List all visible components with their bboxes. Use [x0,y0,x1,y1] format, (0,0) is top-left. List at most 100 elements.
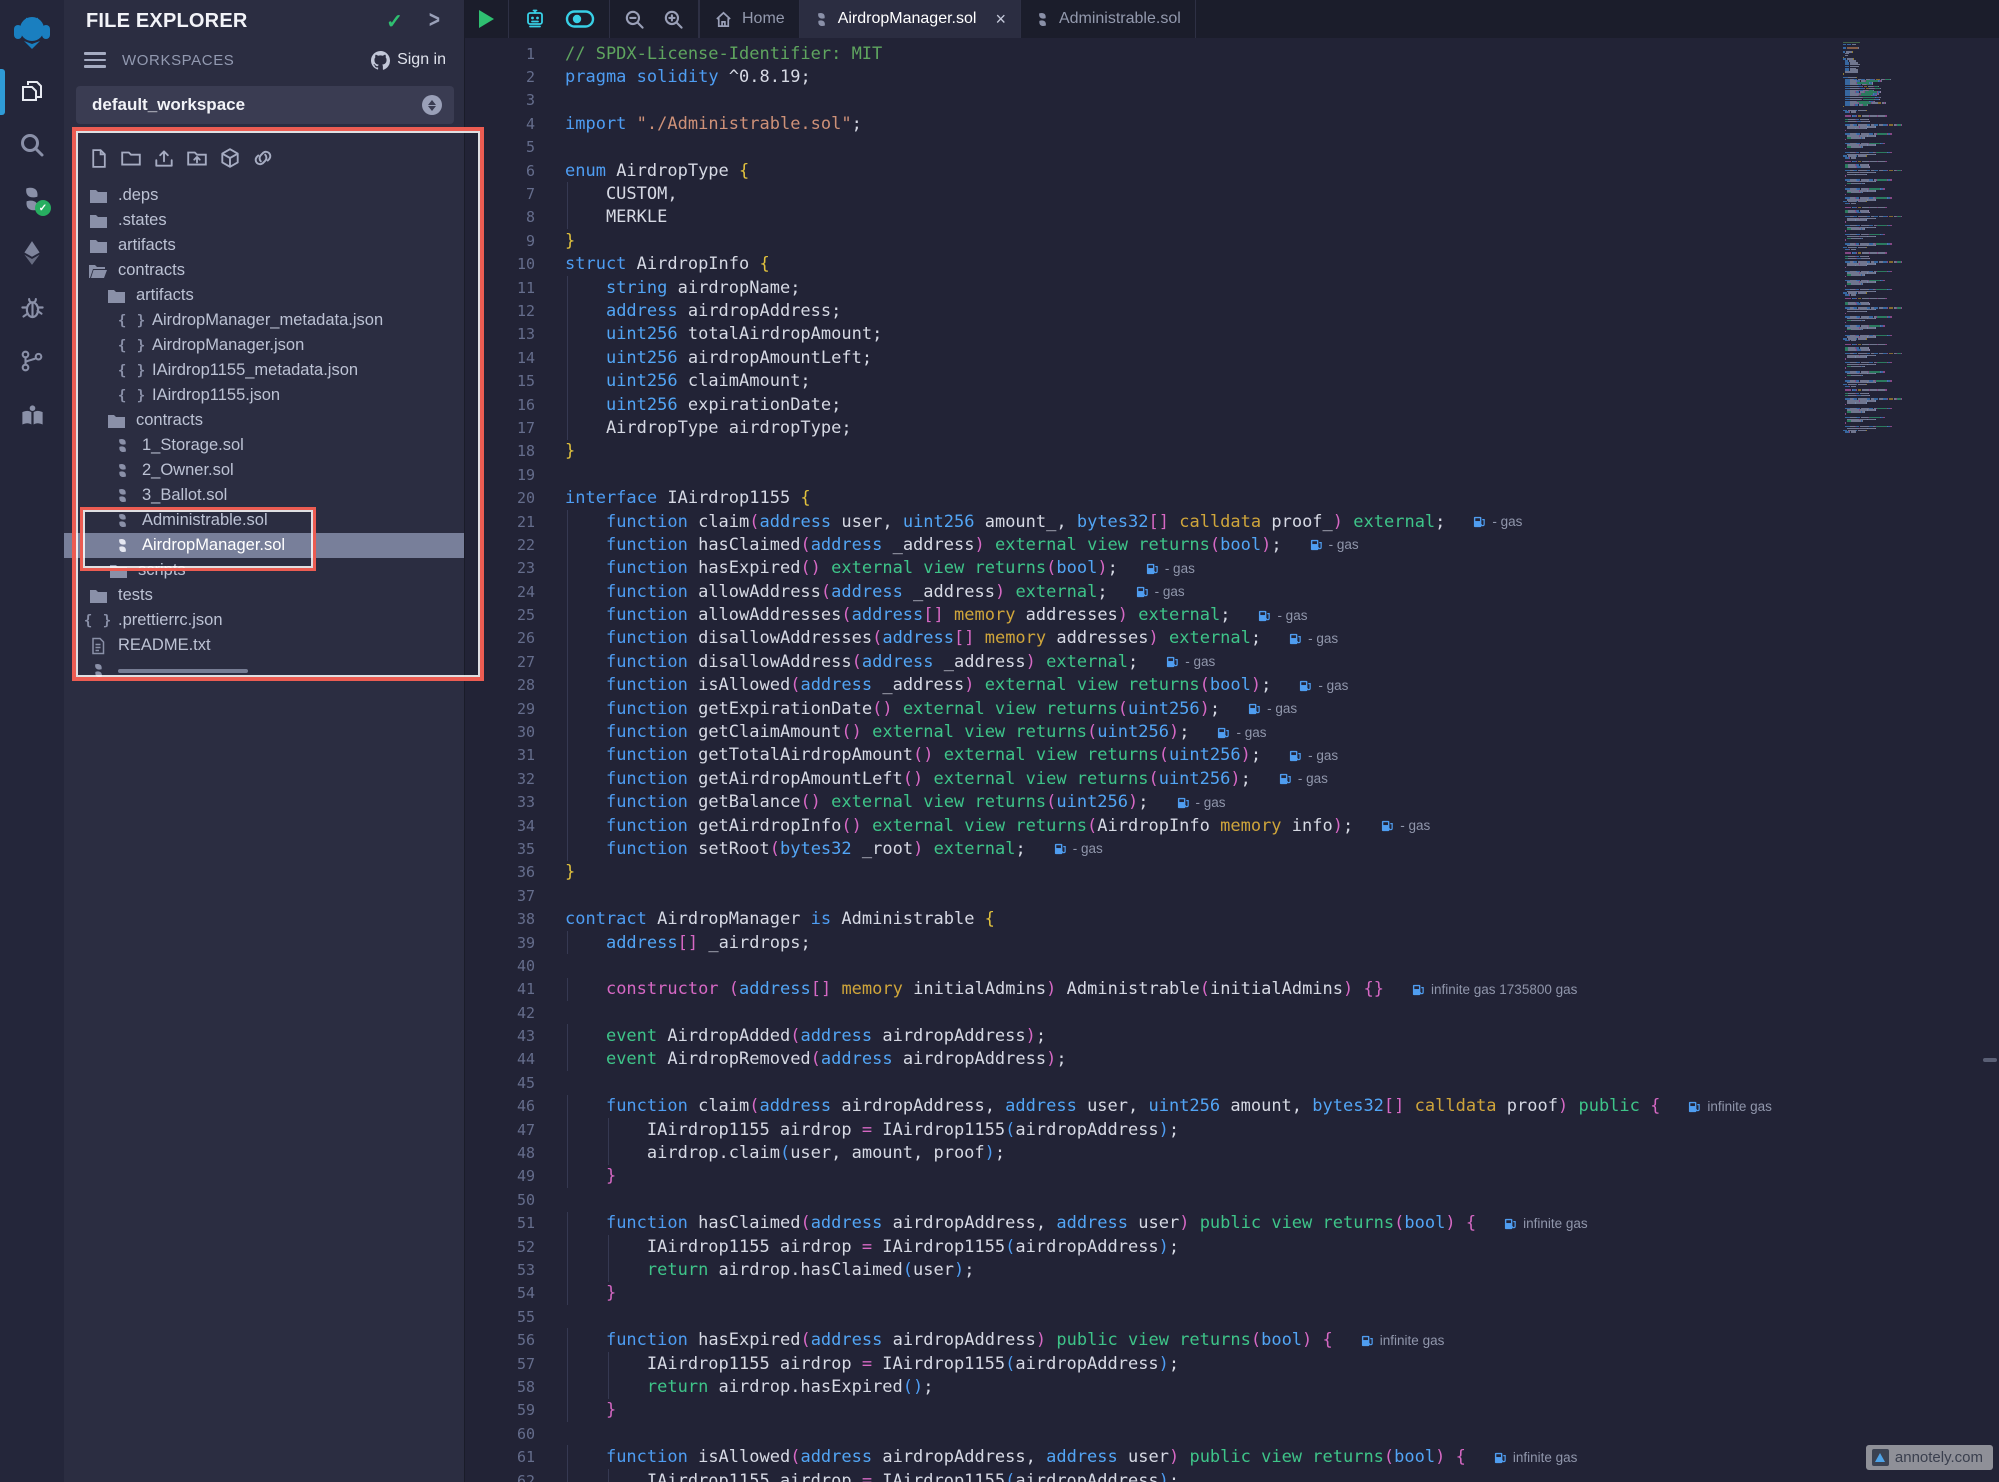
code-line[interactable]: 29 function getExpirationDate() external… [465,697,1999,720]
tab-home[interactable]: Home [699,0,800,38]
code-line[interactable]: 43 event AirdropAdded(address airdropAdd… [465,1024,1999,1047]
code-line[interactable]: 48 airdrop.claim(user, amount, proof); [465,1141,1999,1164]
code-line[interactable]: 38contract AirdropManager is Administrab… [465,907,1999,930]
code-line[interactable]: 8 MERKLE [465,206,1999,229]
code-line[interactable]: 28 function isAllowed(address _address) … [465,674,1999,697]
code-line[interactable]: 2pragma solidity ^0.8.19; [465,65,1999,88]
code-line[interactable]: 26 function disallowAddresses(address[] … [465,627,1999,650]
workspace-select[interactable]: default_workspace [76,86,454,124]
ai-toggle-icon[interactable] [565,9,595,29]
publish-gist-icon[interactable] [251,146,275,170]
code-line[interactable]: 5 [465,136,1999,159]
code-line[interactable]: 32 function getAirdropAmountLeft() exter… [465,767,1999,790]
solidity-compiler-icon[interactable]: ✓ [0,172,64,226]
tab-airdropmanager[interactable]: AirdropManager.sol × [800,0,1021,38]
workspace-options-icon[interactable] [422,95,442,115]
code-line[interactable]: 39 address[] _airdrops; [465,931,1999,954]
code-line[interactable]: 45 [465,1071,1999,1094]
tree-item-AirdropManager.sol[interactable]: AirdropManager.sol [64,533,464,558]
code-line[interactable]: 42 [465,1001,1999,1024]
code-line[interactable]: 35 function setRoot(bytes32 _root) exter… [465,837,1999,860]
code-line[interactable]: 33 function getBalance() external view r… [465,791,1999,814]
upload-folder-icon[interactable] [185,146,209,170]
code-line[interactable]: 18} [465,440,1999,463]
code-line[interactable]: 37 [465,884,1999,907]
code-line[interactable]: 30 function getClaimAmount() external vi… [465,720,1999,743]
code-line[interactable]: 61 function isAllowed(address airdropAdd… [465,1445,1999,1468]
tree-item-Administrable.sol[interactable]: Administrable.sol [64,508,464,533]
hamburger-menu-icon[interactable] [84,52,106,68]
code-line[interactable]: 10struct AirdropInfo { [465,253,1999,276]
code-line[interactable]: 57 IAirdrop1155 airdrop = IAirdrop1155(a… [465,1352,1999,1375]
code-line[interactable]: 47 IAirdrop1155 airdrop = IAirdrop1155(a… [465,1118,1999,1141]
deploy-run-icon[interactable] [0,226,64,280]
run-script-button[interactable] [479,10,494,28]
code-line[interactable]: 34 function getAirdropInfo() external vi… [465,814,1999,837]
code-line[interactable]: 3 [465,89,1999,112]
tree-item-.states[interactable]: .states [64,208,464,233]
sign-in-button[interactable]: Sign in [371,51,446,70]
tree-item-1_Storage.sol[interactable]: 1_Storage.sol [64,433,464,458]
code-line[interactable]: 55 [465,1305,1999,1328]
code-line[interactable]: 44 event AirdropRemoved(address airdropA… [465,1048,1999,1071]
new-file-icon[interactable] [86,146,110,170]
code-line[interactable]: 16 uint256 expirationDate; [465,393,1999,416]
ai-assistant-icon[interactable] [523,7,547,31]
code-line[interactable]: 27 function disallowAddress(address _add… [465,650,1999,673]
tree-item-AirdropManager_metadata.json[interactable]: { }AirdropManager_metadata.json [64,308,464,333]
check-icon[interactable]: ✓ [386,9,403,34]
tree-item-.deps[interactable]: .deps [64,183,464,208]
code-line[interactable]: 4import "./Administrable.sol"; [465,112,1999,135]
tree-item-2_Owner.sol[interactable]: 2_Owner.sol [64,458,464,483]
code-line[interactable]: 41 constructor (address[] memory initial… [465,978,1999,1001]
tree-item-.prettierrc.json[interactable]: { }.prettierrc.json [64,608,464,633]
tree-item-artifacts[interactable]: artifacts [64,233,464,258]
tree-item-partial[interactable] [64,658,464,683]
tree-item-scripts[interactable]: scripts [64,558,464,583]
code-line[interactable]: 62 IAirdrop1155 airdrop = IAirdrop1155(a… [465,1469,1999,1482]
code-line[interactable]: 51 function hasClaimed(address airdropAd… [465,1212,1999,1235]
code-line[interactable]: 36} [465,861,1999,884]
code-line[interactable]: 17 AirdropType airdropType; [465,416,1999,439]
code-line[interactable]: 1// SPDX-License-Identifier: MIT [465,42,1999,65]
code-line[interactable]: 25 function allowAddresses(address[] mem… [465,603,1999,626]
code-line[interactable]: 31 function getTotalAirdropAmount() exte… [465,744,1999,767]
tab-administrable[interactable]: Administrable.sol [1021,0,1196,38]
code-line[interactable]: 23 function hasExpired() external view r… [465,557,1999,580]
code-line[interactable]: 7 CUSTOM, [465,182,1999,205]
code-line[interactable]: 50 [465,1188,1999,1211]
code-line[interactable]: 14 uint256 airdropAmountLeft; [465,346,1999,369]
zoom-in-icon[interactable] [663,9,684,30]
chevron-right-icon[interactable]: > [429,7,440,35]
code-line[interactable]: 46 function claim(address airdropAddress… [465,1095,1999,1118]
code-line[interactable]: 24 function allowAddress(address _addres… [465,580,1999,603]
new-folder-icon[interactable] [119,146,143,170]
code-line[interactable]: 56 function hasExpired(address airdropAd… [465,1328,1999,1351]
code-line[interactable]: 19 [465,463,1999,486]
code-line[interactable]: 20interface IAirdrop1155 { [465,486,1999,509]
code-line[interactable]: 12 address airdropAddress; [465,299,1999,322]
code-line[interactable]: 22 function hasClaimed(address _address)… [465,533,1999,556]
tree-item-contracts[interactable]: contracts [64,258,464,283]
zoom-out-icon[interactable] [624,9,645,30]
code-editor[interactable]: 1// SPDX-License-Identifier: MIT2pragma … [465,38,1999,1482]
tree-item-IAirdrop1155.json[interactable]: { }IAirdrop1155.json [64,383,464,408]
code-line[interactable]: 13 uint256 totalAirdropAmount; [465,323,1999,346]
git-icon[interactable] [0,334,64,388]
scrollbar-thumb[interactable] [1983,1058,1997,1062]
code-line[interactable]: 11 string airdropName; [465,276,1999,299]
code-line[interactable]: 21 function claim(address user, uint256 … [465,510,1999,533]
code-line[interactable]: 9} [465,229,1999,252]
search-icon[interactable] [0,118,64,172]
file-explorer-icon[interactable] [0,64,64,118]
upload-file-icon[interactable] [152,146,176,170]
code-line[interactable]: 60 [465,1422,1999,1445]
tree-item-artifacts[interactable]: artifacts [64,283,464,308]
publish-ipfs-icon[interactable] [218,146,242,170]
close-tab-icon[interactable]: × [995,9,1006,30]
tree-item-IAirdrop1155_metadata.json[interactable]: { }IAirdrop1155_metadata.json [64,358,464,383]
tree-item-tests[interactable]: tests [64,583,464,608]
code-line[interactable]: 40 [465,954,1999,977]
code-line[interactable]: 49 } [465,1165,1999,1188]
code-line[interactable]: 53 return airdrop.hasClaimed(user); [465,1258,1999,1281]
